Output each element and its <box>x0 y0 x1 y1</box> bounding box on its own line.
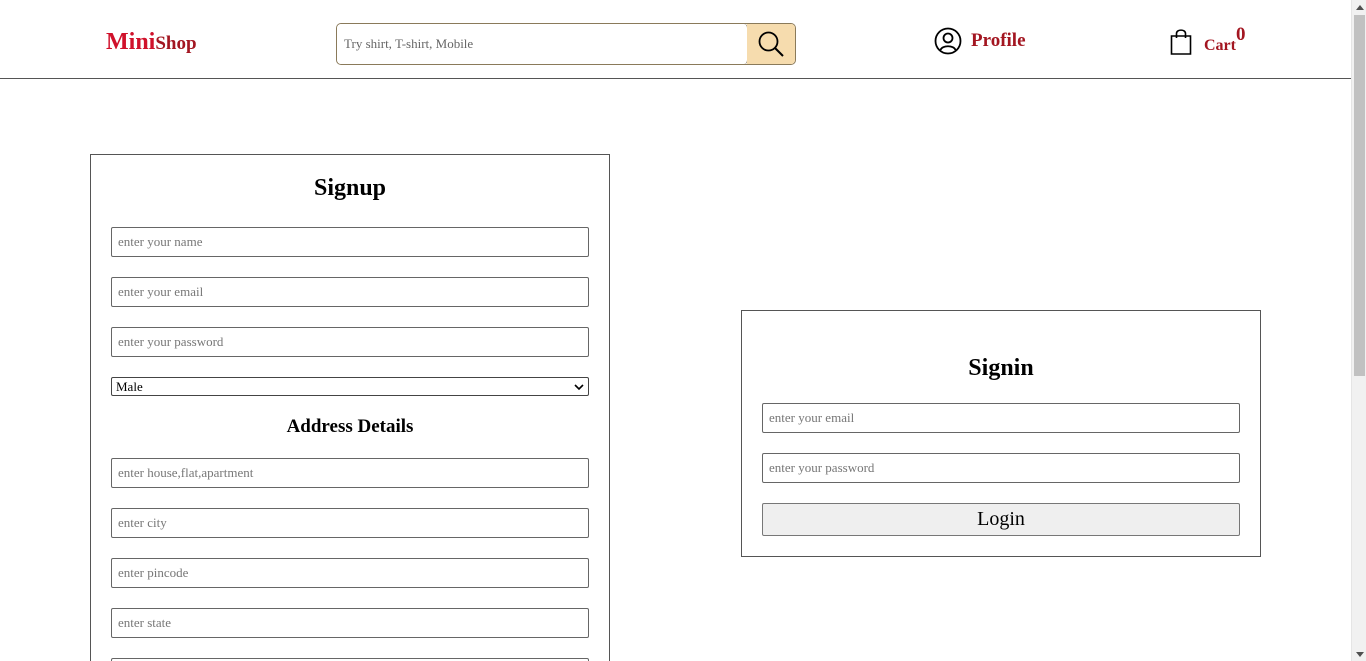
signin-password-field[interactable] <box>762 453 1240 483</box>
signup-email-field[interactable] <box>111 277 589 307</box>
profile-link[interactable]: Profile <box>934 27 1026 55</box>
profile-label: Profile <box>971 30 1026 51</box>
login-button[interactable]: Login <box>762 503 1240 536</box>
site-header: MiniShop Profile Cart <box>0 0 1351 79</box>
logo-shop-text: Shop <box>155 33 197 54</box>
pincode-field[interactable] <box>111 558 589 588</box>
search-input[interactable] <box>337 24 748 64</box>
vertical-scrollbar[interactable] <box>1351 0 1366 661</box>
gender-select[interactable]: Male <box>111 377 589 396</box>
user-circle-icon <box>934 27 962 55</box>
cart-link[interactable]: Cart 0 <box>1169 24 1245 56</box>
shopping-bag-icon <box>1170 29 1192 55</box>
scrollbar-thumb[interactable] <box>1354 15 1365 376</box>
search-bar <box>336 23 796 65</box>
house-field[interactable] <box>111 458 589 488</box>
gender-selected-value: Male <box>116 378 143 394</box>
site-logo[interactable]: MiniShop <box>106 29 197 56</box>
search-button[interactable] <box>747 24 795 64</box>
cart-count-badge: 0 <box>1235 24 1246 45</box>
search-icon <box>758 31 784 57</box>
scroll-up-arrow[interactable] <box>1352 0 1366 14</box>
signup-password-field[interactable] <box>111 327 589 357</box>
logo-mini-text: Mini <box>106 29 156 55</box>
cart-label: Cart <box>1204 37 1236 54</box>
city-field[interactable] <box>111 508 589 538</box>
signup-form: Signup Male Address Details <box>90 154 610 661</box>
state-field[interactable] <box>111 608 589 638</box>
signup-title: Signup <box>313 175 387 201</box>
scroll-down-arrow[interactable] <box>1352 647 1366 661</box>
page-viewport: MiniShop Profile Cart <box>0 0 1351 661</box>
signup-name-field[interactable] <box>111 227 589 257</box>
signin-form: Signin Login <box>741 310 1261 557</box>
address-details-title: Address Details <box>286 416 414 437</box>
triangle-up-icon <box>1355 4 1364 10</box>
signin-email-field[interactable] <box>762 403 1240 433</box>
signin-title: Signin <box>968 355 1034 381</box>
chevron-down-icon <box>574 383 584 390</box>
triangle-down-icon <box>1355 651 1364 657</box>
